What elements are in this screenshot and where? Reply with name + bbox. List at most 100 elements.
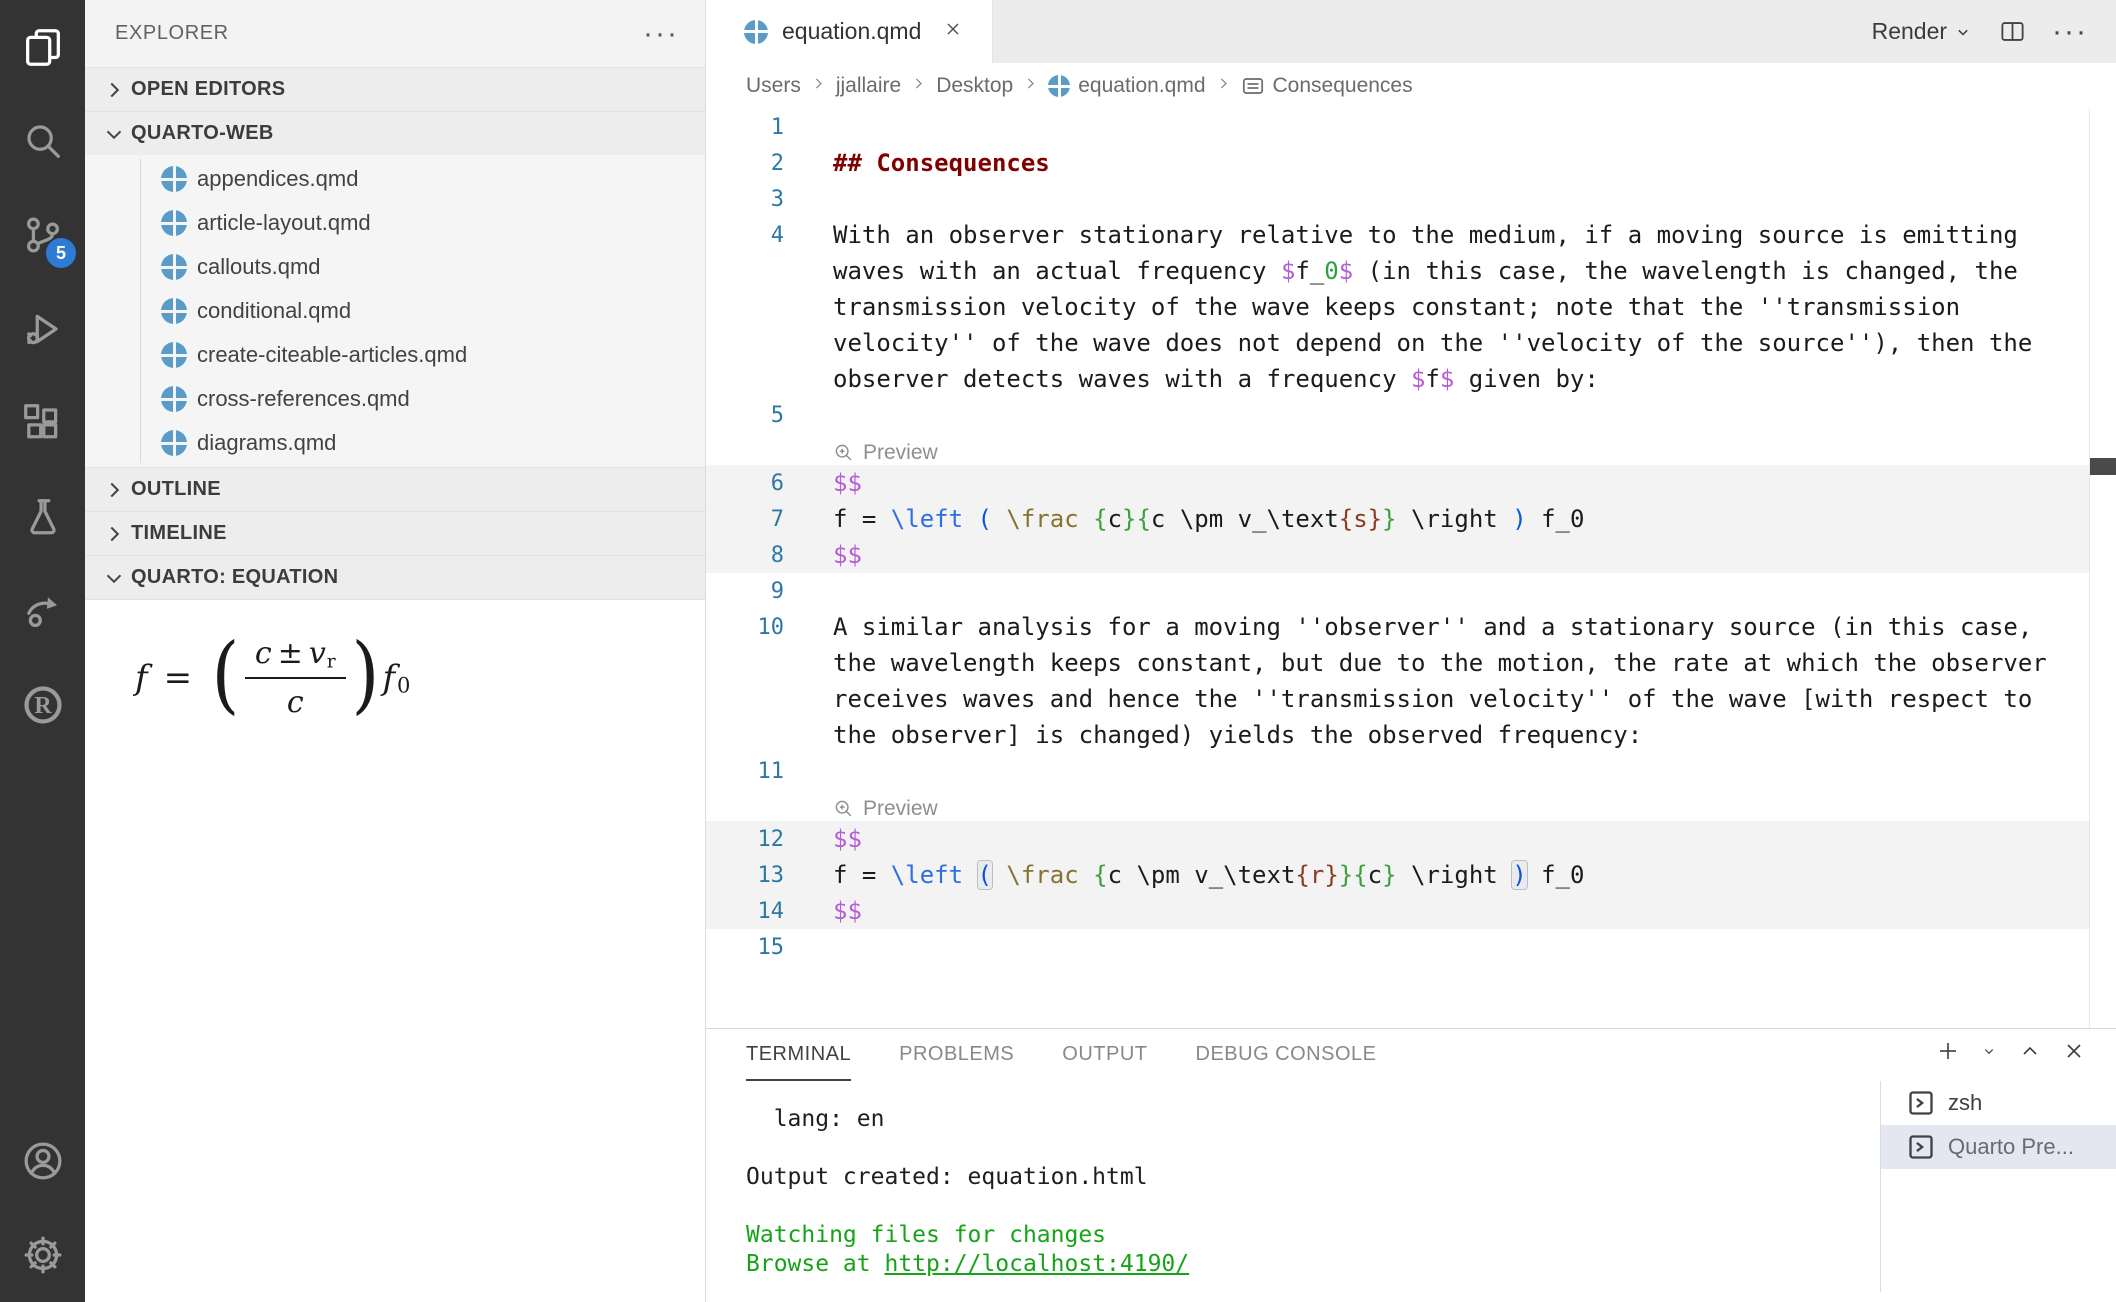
section-outline[interactable]: OUTLINE	[85, 467, 705, 511]
sidebar-more-actions-icon[interactable]: ···	[643, 24, 679, 44]
preview-lens-button[interactable]: Preview	[833, 441, 938, 465]
tab-bar: equation.qmd Render ···	[706, 0, 2116, 63]
search-icon[interactable]	[0, 94, 85, 188]
extensions-icon[interactable]	[0, 376, 85, 470]
code-line[interactable]: 2## Consequences	[706, 145, 2090, 181]
file-tree: appendices.qmd article-layout.qmdcallouts…	[85, 155, 705, 467]
code-text: With an observer stationary relative to …	[784, 221, 2018, 249]
file-tree-item[interactable]: callouts.qmd	[85, 245, 705, 289]
code-line[interactable]: 13f = \left ( \frac {c \pm v_\text{r}}{c…	[706, 857, 2090, 893]
file-name: conditional.qmd	[197, 298, 351, 324]
settings-gear-icon[interactable]	[0, 1208, 85, 1302]
code-line[interactable]: 7f = \left ( \frac {c}{c \pm v_\text{s}}…	[706, 501, 2090, 537]
breadcrumb-symbol[interactable]: Consequences	[1241, 74, 1413, 98]
code-line[interactable]: the observer] is changed) yields the obs…	[706, 717, 2090, 753]
preview-lens-button[interactable]: Preview	[833, 797, 938, 821]
code-line[interactable]: 14$$	[706, 893, 2090, 929]
file-tree-item[interactable]: conditional.qmd	[85, 289, 705, 333]
code-text: $$	[784, 825, 862, 853]
code-line[interactable]: 11	[706, 753, 2090, 789]
new-terminal-icon[interactable]	[1936, 1039, 1960, 1063]
code-line[interactable]: 6$$	[706, 465, 2090, 501]
lens-label: Preview	[863, 797, 938, 821]
close-tab-icon[interactable]	[943, 19, 963, 44]
terminal-session-quarto-pre-[interactable]: Quarto Pre...	[1881, 1125, 2116, 1169]
line-number: 3	[706, 187, 784, 212]
breadcrumb-users[interactable]: Users	[746, 74, 801, 98]
breadcrumb-jjallaire[interactable]: jjallaire	[836, 74, 901, 98]
chevron-right-icon	[101, 477, 127, 503]
code-editor[interactable]: 12## Consequences 3 4With an observer stat…	[706, 109, 2116, 1028]
quarto-file-icon	[1048, 75, 1070, 97]
terminal-dropdown-icon[interactable]	[1980, 1042, 1998, 1060]
code-text: the wavelength keeps constant, but due t…	[784, 649, 2047, 677]
code-line[interactable]: transmission velocity of the wave keeps …	[706, 289, 2090, 325]
code-line[interactable]: 3	[706, 181, 2090, 217]
code-text: velocity'' of the wave does not depend o…	[784, 329, 2032, 357]
code-line[interactable]: 10A similar analysis for a moving ''obse…	[706, 609, 2090, 645]
chevron-right-icon	[810, 74, 827, 98]
section-quarto-web[interactable]: QUARTO-WEB	[85, 111, 705, 155]
panel-tab-output[interactable]: OUTPUT	[1062, 1029, 1147, 1081]
chevron-right-icon	[101, 521, 127, 547]
line-number: 5	[706, 403, 784, 428]
code-line[interactable]: 1	[706, 109, 2090, 145]
panel-tab-terminal[interactable]: TERMINAL	[746, 1029, 851, 1081]
code-line[interactable]: 4With an observer stationary relative to…	[706, 217, 2090, 253]
line-number: 14	[706, 899, 784, 924]
close-panel-icon[interactable]	[2062, 1039, 2086, 1063]
code-text: f = \left ( \frac {c}{c \pm v_\text{s}} …	[784, 505, 1584, 533]
quarto-file-icon	[161, 210, 187, 236]
file-tree-item[interactable]: cross-references.qmd	[85, 377, 705, 421]
section-timeline[interactable]: TIMELINE	[85, 511, 705, 555]
code-line[interactable]: 12$$	[706, 821, 2090, 857]
file-name: create-citeable-articles.qmd	[197, 342, 467, 368]
split-editor-icon[interactable]	[1999, 18, 2026, 45]
breadcrumb-desktop[interactable]: Desktop	[936, 74, 1013, 98]
code-line[interactable]: waves with an actual frequency $f_0$ (in…	[706, 253, 2090, 289]
terminal-icon	[1907, 1133, 1935, 1161]
render-button[interactable]: Render	[1872, 18, 1973, 45]
code-line[interactable]: velocity'' of the wave does not depend o…	[706, 325, 2090, 361]
file-tree-item[interactable]: appendices.qmd	[85, 157, 705, 201]
section-open-editors[interactable]: OPEN EDITORS	[85, 67, 705, 111]
rendered-equation: f = ( c ± v r c ) f 0	[135, 632, 705, 724]
explorer-icon[interactable]	[0, 0, 85, 94]
file-name: appendices.qmd	[197, 166, 358, 192]
chevron-down-icon	[101, 121, 127, 147]
code-line[interactable]: 9	[706, 573, 2090, 609]
breadcrumb-file[interactable]: equation.qmd	[1048, 74, 1205, 98]
file-tree-item[interactable]: create-citeable-articles.qmd	[85, 333, 705, 377]
tab-equation-qmd[interactable]: equation.qmd	[706, 0, 993, 63]
code-line[interactable]: receives waves and hence the ''transmiss…	[706, 681, 2090, 717]
maximize-panel-icon[interactable]	[2018, 1039, 2042, 1063]
sidebar-title: EXPLORER	[115, 22, 229, 45]
panel-tab-problems[interactable]: PROBLEMS	[899, 1029, 1014, 1081]
code-text: $$	[784, 541, 862, 569]
section-quarto-equation[interactable]: QUARTO: EQUATION	[85, 555, 705, 599]
symbol-section-icon	[1241, 74, 1265, 98]
line-number: 6	[706, 471, 784, 496]
testing-icon[interactable]	[0, 470, 85, 564]
code-text: f = \left ( \frac {c \pm v_\text{r}}{c} …	[784, 861, 1584, 889]
panel-tab-debug-console[interactable]: DEBUG CONSOLE	[1196, 1029, 1377, 1081]
terminal-session-zsh[interactable]: zsh	[1881, 1081, 2116, 1125]
code-line[interactable]: the wavelength keeps constant, but due t…	[706, 645, 2090, 681]
publish-icon[interactable]	[0, 564, 85, 658]
source-control-icon[interactable]: 5	[0, 188, 85, 282]
code-line[interactable]: 8$$	[706, 537, 2090, 573]
more-actions-icon[interactable]: ···	[2052, 15, 2088, 49]
code-line[interactable]: observer detects waves with a frequency …	[706, 361, 2090, 397]
chevron-right-icon	[1022, 74, 1039, 98]
account-icon[interactable]	[0, 1114, 85, 1208]
code-line[interactable]: 5	[706, 397, 2090, 433]
file-tree-item[interactable]: article-layout.qmd	[85, 201, 705, 245]
file-tree-item[interactable]: diagrams.qmd	[85, 421, 705, 465]
localhost-link[interactable]: http://localhost:4190/	[884, 1251, 1189, 1277]
r-lang-icon[interactable]: R	[0, 658, 85, 752]
run-debug-icon[interactable]	[0, 282, 85, 376]
code-lens-row: Preview	[706, 433, 2090, 465]
scrollbar-marker[interactable]	[2090, 458, 2116, 475]
code-line[interactable]: 15	[706, 929, 2090, 965]
equation-preview-webview: f = ( c ± v r c ) f 0	[85, 599, 705, 1302]
